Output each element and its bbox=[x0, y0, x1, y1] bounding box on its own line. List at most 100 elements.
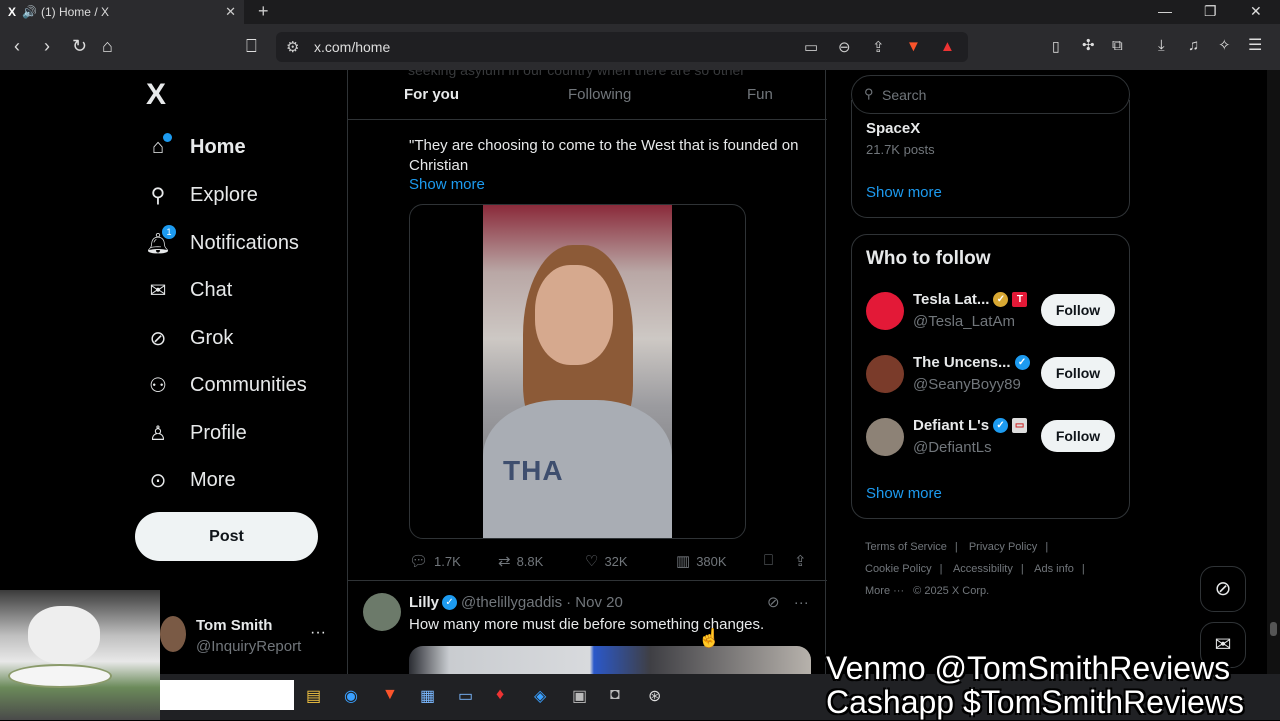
follow-suggestion[interactable]: The Uncens... ✓ @SeanyBoyy89 Follow bbox=[852, 351, 1131, 399]
app-icon[interactable]: ⊛ bbox=[648, 686, 661, 706]
tab-for-you[interactable]: For you bbox=[404, 86, 459, 103]
ellipsis-icon[interactable]: ··· bbox=[310, 624, 326, 642]
tab-title: (1) Home / X bbox=[40, 5, 109, 19]
tab-fun[interactable]: Fun bbox=[747, 86, 773, 103]
nav-home[interactable]: ⌂ Home bbox=[146, 129, 246, 165]
search-input[interactable]: ⚲ Search bbox=[851, 75, 1130, 114]
cast-icon[interactable]: ▭ bbox=[804, 38, 818, 56]
author-name[interactable]: Lilly bbox=[409, 594, 439, 611]
grok-icon[interactable]: ⊘ bbox=[767, 594, 780, 611]
brave-rewards-icon[interactable]: ▲ bbox=[940, 38, 955, 55]
home-page-icon[interactable]: ⌂ bbox=[102, 36, 113, 56]
follow-button[interactable]: Follow bbox=[1041, 420, 1115, 452]
taskbar-search-input[interactable] bbox=[160, 680, 294, 710]
reload-icon[interactable]: ↻ bbox=[72, 36, 87, 56]
x-favicon-icon: X bbox=[8, 5, 17, 19]
show-more-link[interactable]: Show more bbox=[866, 485, 942, 502]
x-logo-icon[interactable]: X bbox=[146, 78, 166, 112]
edge-icon[interactable]: ◉ bbox=[344, 686, 358, 706]
wallet-icon[interactable]: ▯ bbox=[1052, 36, 1060, 56]
close-tab-icon[interactable]: ✕ bbox=[225, 4, 236, 20]
footer-link[interactable]: Terms of Service bbox=[865, 541, 947, 553]
nav-communities[interactable]: ⚇ Communities bbox=[146, 367, 307, 403]
follow-button[interactable]: Follow bbox=[1041, 294, 1115, 326]
footer-link[interactable]: Privacy Policy bbox=[969, 541, 1037, 553]
views-button[interactable]: ▥ 380K bbox=[676, 552, 727, 570]
tab-following[interactable]: Following bbox=[568, 86, 631, 103]
leo-ai-icon[interactable]: ✧ bbox=[1218, 36, 1231, 56]
nav-label: Home bbox=[190, 135, 246, 158]
share-button[interactable]: ⇪ bbox=[794, 552, 813, 570]
nav-chat[interactable]: ✉ Chat bbox=[146, 272, 233, 308]
nav-label: Explore bbox=[190, 183, 258, 206]
app-icon[interactable]: ▣ bbox=[572, 686, 587, 706]
remote-desktop-icon[interactable]: ▭ bbox=[458, 686, 473, 706]
extensions-icon[interactable]: ✣ bbox=[1082, 36, 1095, 56]
follow-suggestion[interactable]: Defiant L's ✓ ▭ @DefiantLs Follow bbox=[852, 414, 1131, 462]
nav-label: Grok bbox=[190, 326, 234, 349]
music-icon[interactable]: ♫ bbox=[1188, 36, 1199, 56]
footer-link[interactable]: Accessibility bbox=[953, 563, 1013, 575]
minimize-icon[interactable]: — bbox=[1158, 0, 1172, 24]
menu-icon[interactable]: ☰ bbox=[1248, 36, 1262, 56]
nav-label: Communities bbox=[190, 373, 307, 396]
grok-fab-icon[interactable]: ⊘ bbox=[1200, 566, 1246, 612]
browser-tab[interactable]: X 🔊 (1) Home / X ✕ bbox=[0, 0, 244, 24]
repost-count: 8.8K bbox=[516, 553, 544, 569]
download-icon[interactable]: ⤓ bbox=[1158, 36, 1165, 56]
calculator-icon[interactable]: ▦ bbox=[420, 686, 435, 706]
nav-notifications[interactable]: 🔔︎ 1 Notifications bbox=[145, 225, 299, 261]
nav-more[interactable]: ⊙ More bbox=[146, 462, 236, 498]
avatar bbox=[866, 292, 904, 330]
tweet-video[interactable]: THA bbox=[409, 204, 746, 539]
address-bar[interactable]: ⚙ x.com/home ▭ ⊖ ⇪ ▼ ▲ bbox=[276, 32, 968, 62]
app-icon[interactable]: ◈ bbox=[534, 686, 546, 706]
share-icon[interactable]: ⇪ bbox=[872, 38, 885, 56]
camera-icon[interactable]: ◘ bbox=[610, 686, 620, 704]
follow-button[interactable]: Follow bbox=[1041, 357, 1115, 389]
site-settings-icon[interactable]: ⚙ bbox=[286, 38, 299, 56]
name-text: Tesla Lat... bbox=[913, 291, 990, 308]
nav-explore[interactable]: ⚲ Explore bbox=[146, 177, 258, 213]
new-tab-icon[interactable]: + bbox=[258, 0, 269, 24]
like-button[interactable]: ♡ 32K bbox=[585, 552, 628, 570]
footer-link[interactable]: Cookie Policy bbox=[865, 563, 932, 575]
sidebar-toggle-icon[interactable]: ⧉ bbox=[1112, 36, 1123, 56]
verified-icon: ✓ bbox=[442, 595, 458, 610]
footer-link[interactable]: Ads info bbox=[1034, 563, 1074, 575]
post-button[interactable]: Post bbox=[135, 512, 318, 561]
back-icon[interactable]: ‹ bbox=[14, 36, 20, 56]
brave-icon[interactable]: ▼ bbox=[382, 686, 398, 704]
brave-shield-icon[interactable]: ▼ bbox=[906, 38, 921, 55]
url-text[interactable]: x.com/home bbox=[314, 39, 390, 55]
speaker-icon[interactable]: 🔊 bbox=[22, 5, 37, 19]
show-more-link[interactable]: Show more bbox=[866, 184, 942, 201]
reply-button[interactable]: 💬︎ 1.7K bbox=[409, 552, 461, 570]
restore-icon[interactable]: ❐ bbox=[1204, 0, 1217, 24]
account-switcher[interactable]: Tom Smith @InquiryReport ··· bbox=[160, 610, 340, 664]
avatar[interactable] bbox=[363, 593, 401, 631]
nav-profile[interactable]: ♙ Profile bbox=[146, 415, 247, 451]
nav-grok[interactable]: ⊘ Grok bbox=[146, 320, 234, 356]
show-more-link[interactable]: Show more bbox=[409, 176, 485, 193]
bookmark-icon[interactable]: ⎕ bbox=[246, 36, 257, 56]
repost-button[interactable]: ⇄ 8.8K bbox=[498, 552, 543, 570]
footer-link[interactable]: More ··· bbox=[865, 585, 904, 597]
timeline: seeking asylum in our country when there… bbox=[347, 70, 827, 720]
forward-icon[interactable]: › bbox=[44, 36, 50, 56]
close-window-icon[interactable]: ✕ bbox=[1250, 0, 1262, 24]
scrollbar[interactable] bbox=[1267, 70, 1280, 720]
zoom-icon[interactable]: ⊖ bbox=[838, 38, 851, 56]
scrollbar-thumb[interactable] bbox=[1270, 622, 1277, 636]
bookmark-button[interactable]: ⎕ bbox=[764, 552, 779, 569]
reply-count: 1.7K bbox=[434, 553, 461, 569]
app-icon[interactable]: ♦ bbox=[496, 686, 504, 704]
ellipsis-icon[interactable]: ··· bbox=[794, 594, 809, 611]
trend-name[interactable]: SpaceX bbox=[866, 120, 920, 137]
author-handle[interactable]: @thelillygaddis bbox=[461, 594, 562, 611]
shirt-lettering: THA bbox=[503, 455, 564, 486]
mouse-cursor-icon: ☝ bbox=[698, 628, 721, 648]
suggestion-handle: @Tesla_LatAm bbox=[913, 313, 1015, 330]
file-explorer-icon[interactable]: ▤ bbox=[306, 686, 321, 706]
follow-suggestion[interactable]: Tesla Lat... ✓ T @Tesla_LatAm Follow bbox=[852, 288, 1131, 336]
